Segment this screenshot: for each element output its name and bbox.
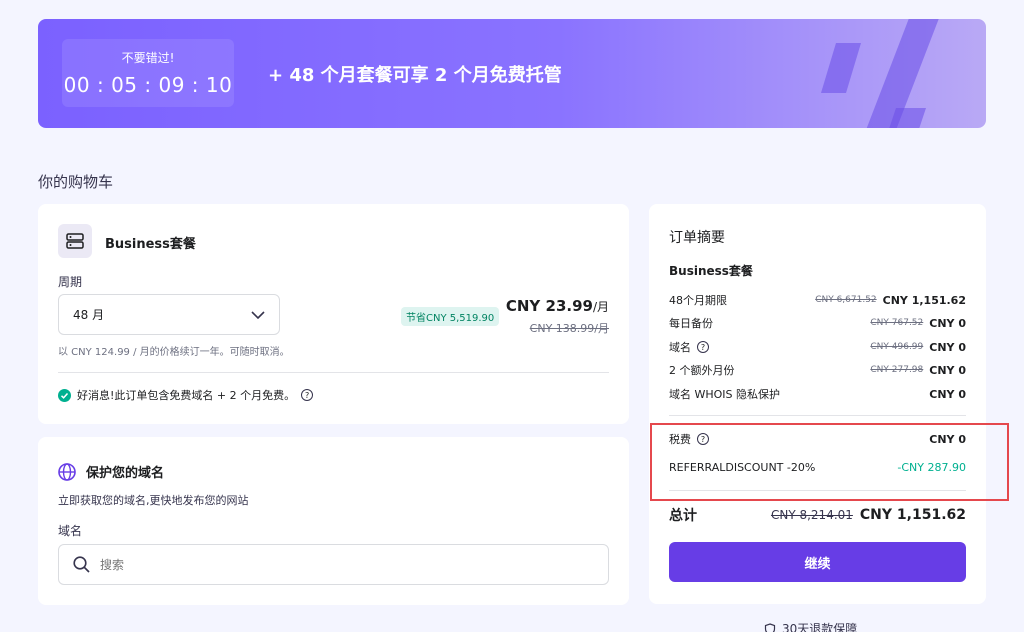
shield-icon: [764, 622, 776, 632]
domain-card: 保护您的域名 立即获取您的域名,更快地发布您的网站 域名: [38, 437, 629, 605]
row-value: CNY 0: [929, 363, 966, 377]
promo-banner: 不要错过! 00 : 05 : 09 : 10 + 48 个月套餐可享 2 个月…: [38, 19, 986, 128]
total-value: CNY 1,151.62: [859, 507, 966, 523]
timer-value: 00 : 05 : 09 : 10: [63, 73, 233, 97]
promo-text: + 48 个月套餐可享 2 个月免费托管: [268, 65, 562, 86]
order-summary-card: 订单摘要 Business套餐 48个月期限 CNY 6,671.52 CNY 1…: [649, 204, 986, 604]
row-label: 48个月期限: [669, 294, 727, 307]
domain-title: 保护您的域名: [86, 466, 165, 481]
domain-header: 保护您的域名: [58, 462, 164, 481]
old-price: CNY 138.99/月: [529, 322, 609, 335]
product-name: Business套餐: [105, 237, 196, 252]
row-label: 域名 WHOIS 隐私保护: [669, 388, 781, 401]
summary-plan: Business套餐: [669, 264, 753, 278]
chevron-down-icon: [251, 310, 265, 319]
row-old-price: CNY 767.52: [870, 318, 924, 328]
good-news: 好消息!此订单包含免费域名 + 2 个月免费。 ?: [58, 387, 314, 403]
row-old-price: CNY 277.98: [870, 365, 924, 375]
good-news-text: 好消息!此订单包含免费域名 + 2 个月免费。: [77, 389, 296, 402]
save-badge: 节省CNY 5,519.90: [401, 307, 500, 326]
period-select[interactable]: 48 月: [58, 294, 280, 335]
highlight-box: [650, 423, 1009, 501]
summary-row: 48个月期限 CNY 6,671.52 CNY 1,151.62: [669, 292, 966, 308]
row-old-price: CNY 6,671.52: [815, 295, 877, 305]
summary-row: 2 个额外月份 CNY 277.98 CNY 0: [669, 362, 966, 378]
domain-field-label: 域名: [58, 524, 83, 538]
domain-search-box[interactable]: [58, 544, 609, 585]
row-value: CNY 0: [929, 387, 966, 401]
divider: [669, 415, 966, 416]
row-value: CNY 0: [929, 316, 966, 330]
period-value: 48 月: [73, 308, 105, 322]
percent-decoration-icon: [821, 19, 939, 128]
total-row: 总计 CNY 8,214.01 CNY 1,151.62: [669, 505, 966, 525]
globe-icon: [58, 462, 76, 481]
total-label: 总计: [669, 508, 697, 524]
refund-guarantee: 30天退款保障: [764, 620, 857, 632]
divider: [58, 372, 609, 373]
product-price: CNY 23.99/月: [506, 297, 609, 315]
timer-label: 不要错过!: [121, 51, 175, 65]
product-card: Business套餐 周期 48 月 节省CNY 5,519.90 CNY 23…: [38, 204, 629, 424]
summary-title: 订单摘要: [669, 230, 725, 246]
price-unit: /月: [592, 300, 609, 314]
summary-row: 每日备份 CNY 767.52 CNY 0: [669, 315, 966, 331]
continue-button[interactable]: 继续: [669, 542, 966, 582]
domain-subtitle: 立即获取您的域名,更快地发布您的网站: [58, 494, 249, 507]
renew-note: 以 CNY 124.99 / 月的价格续订一年。可随时取消。: [58, 347, 290, 358]
summary-row: 域名 WHOIS 隐私保护 CNY 0: [669, 386, 966, 402]
row-value: CNY 1,151.62: [882, 293, 966, 307]
search-icon: [73, 556, 90, 573]
countdown-timer: 不要错过! 00 : 05 : 09 : 10: [62, 39, 234, 107]
row-label: 每日备份: [669, 317, 713, 330]
row-value: CNY 0: [929, 340, 966, 354]
domain-search-input[interactable]: [100, 557, 500, 572]
row-old-price: CNY 496.99: [870, 342, 924, 352]
row-label: 域名: [669, 341, 691, 354]
price-value: CNY 23.99: [505, 297, 593, 315]
refund-text: 30天退款保障: [782, 622, 858, 632]
period-label: 周期: [58, 275, 83, 289]
summary-row: 域名? CNY 496.99 CNY 0: [669, 339, 966, 355]
row-label: 2 个额外月份: [669, 364, 735, 377]
cart-title: 你的购物车: [38, 173, 114, 191]
help-icon[interactable]: ?: [697, 341, 709, 353]
check-circle-icon: [58, 388, 71, 402]
help-icon[interactable]: ?: [301, 389, 314, 401]
server-icon: [58, 224, 92, 258]
total-old-price: CNY 8,214.01: [770, 508, 853, 522]
